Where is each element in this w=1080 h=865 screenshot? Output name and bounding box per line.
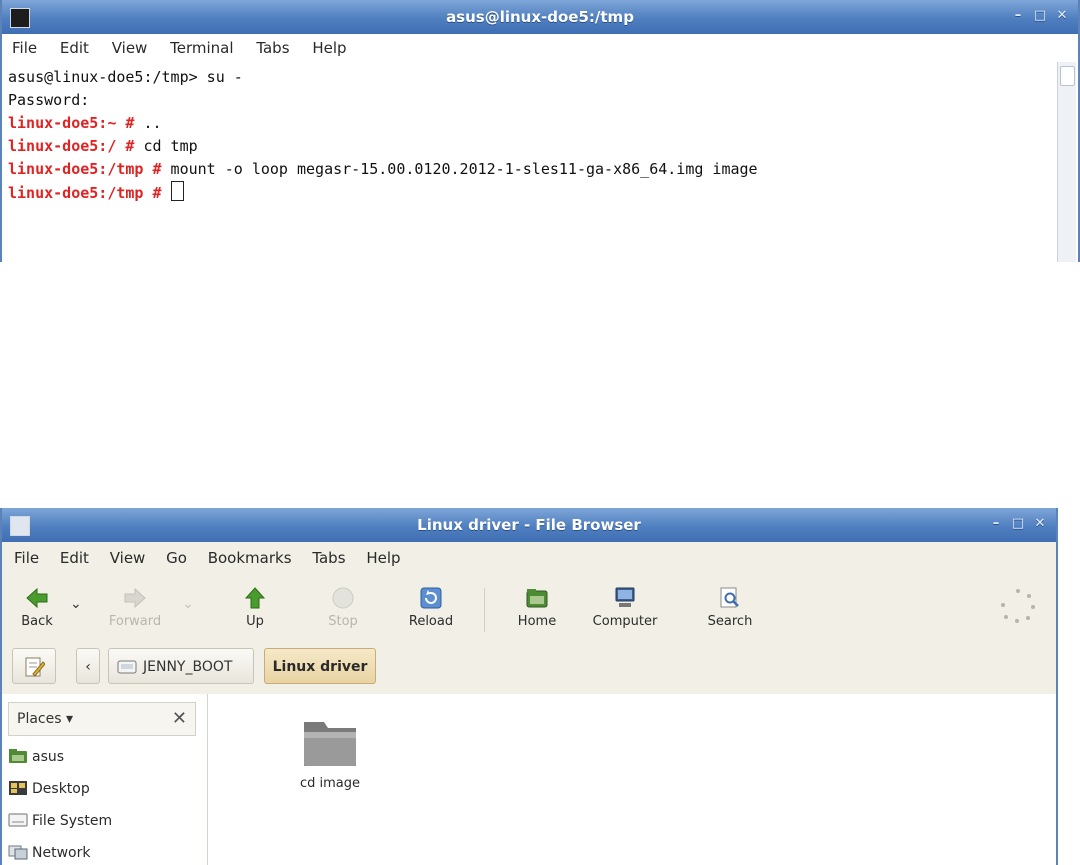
shell-prompt: linux-doe5:~ # <box>8 114 135 132</box>
menu-go[interactable]: Go <box>166 544 187 572</box>
sidebar-item-desktop[interactable]: Desktop <box>8 778 90 800</box>
maximize-icon[interactable]: □ <box>1032 8 1048 24</box>
menu-tabs[interactable]: Tabs <box>312 544 345 572</box>
maximize-icon[interactable]: □ <box>1010 516 1026 532</box>
menu-view[interactable]: View <box>112 34 148 62</box>
terminal-scrollbar[interactable] <box>1057 62 1076 262</box>
folder-window-icon <box>10 516 30 536</box>
breadcrumb-linux-driver[interactable]: Linux driver <box>264 648 376 684</box>
menu-view[interactable]: View <box>110 544 146 572</box>
sidebar-item-file-system[interactable]: File System <box>8 810 112 832</box>
breadcrumb-jenny-boot[interactable]: JENNY_BOOT <box>108 648 254 684</box>
home-folder-icon <box>9 749 27 763</box>
forward-arrow-icon <box>124 587 146 609</box>
places-sidebar: Places ▾ ✕ asus Desktop File System Netw… <box>2 694 208 865</box>
terminal-title: asus@linux-doe5:/tmp <box>446 8 634 26</box>
terminal-titlebar[interactable]: asus@linux-doe5:/tmp – □ ✕ <box>2 0 1078 34</box>
drive-icon <box>117 660 137 674</box>
close-sidebar-icon[interactable]: ✕ <box>172 703 187 735</box>
sidebar-header: Places ▾ ✕ <box>8 702 196 736</box>
text-cursor <box>170 181 184 201</box>
computer-button[interactable]: Computer <box>590 586 660 629</box>
up-button[interactable]: Up <box>220 586 290 629</box>
edit-location-icon <box>25 657 46 677</box>
file-browser-window: Linux driver - File Browser – □ ✕ File E… <box>0 508 1058 865</box>
forward-history-chevron-icon[interactable]: ⌄ <box>182 596 194 612</box>
terminal-window: asus@linux-doe5:/tmp – □ ✕ File Edit Vie… <box>0 0 1080 262</box>
home-folder-icon <box>526 589 548 608</box>
terminal-icon <box>10 8 30 28</box>
browser-menubar: File Edit View Go Bookmarks Tabs Help <box>14 544 1056 572</box>
shell-prompt: linux-doe5:/tmp # <box>8 184 162 202</box>
back-arrow-icon <box>26 587 48 609</box>
back-button[interactable]: Back <box>2 586 72 629</box>
search-icon <box>720 587 739 608</box>
menu-edit[interactable]: Edit <box>60 34 89 62</box>
computer-icon <box>615 587 635 607</box>
hard-drive-icon <box>8 813 28 827</box>
folder-item-cd-image[interactable]: cd image <box>280 712 380 791</box>
menu-help[interactable]: Help <box>366 544 400 572</box>
terminal-line: linux-doe5:/tmp # <box>8 181 1054 205</box>
back-history-chevron-icon[interactable]: ⌄ <box>70 596 82 612</box>
terminal-line: asus@linux-doe5:/tmp> su - <box>8 68 243 86</box>
folder-icon <box>304 722 356 766</box>
menu-help[interactable]: Help <box>312 34 346 62</box>
file-view[interactable]: cd image <box>208 694 1056 865</box>
path-bar: ‹ JENNY_BOOT Linux driver <box>12 648 1046 688</box>
close-icon[interactable]: ✕ <box>1032 516 1048 532</box>
terminal-menubar: File Edit View Terminal Tabs Help <box>12 34 1078 62</box>
reload-button[interactable]: Reload <box>396 586 466 629</box>
toolbar-separator <box>484 588 485 632</box>
path-scroll-left-button[interactable]: ‹ <box>76 648 100 684</box>
home-button[interactable]: Home <box>502 586 572 629</box>
terminal-line: linux-doe5:/ # cd tmp <box>8 137 198 155</box>
sidebar-item-network[interactable]: Network <box>8 842 90 864</box>
places-dropdown[interactable]: Places ▾ <box>17 703 73 735</box>
up-arrow-icon <box>244 587 266 609</box>
browser-title: Linux driver - File Browser <box>417 516 641 534</box>
shell-prompt: linux-doe5:/tmp # <box>8 160 162 178</box>
terminal-line: linux-doe5:/tmp # mount -o loop megasr-1… <box>8 160 758 178</box>
close-icon[interactable]: ✕ <box>1054 8 1070 24</box>
menu-file[interactable]: File <box>14 544 39 572</box>
scrollbar-thumb[interactable] <box>1060 66 1075 86</box>
file-label: cd image <box>299 776 361 791</box>
forward-button[interactable]: Forward <box>100 586 170 629</box>
browser-titlebar[interactable]: Linux driver - File Browser – □ ✕ <box>2 508 1056 542</box>
throbber-icon <box>1001 589 1035 623</box>
menu-edit[interactable]: Edit <box>60 544 89 572</box>
sidebar-item-asus[interactable]: asus <box>8 746 64 768</box>
terminal-line: linux-doe5:~ # .. <box>8 114 162 132</box>
stop-icon <box>332 587 354 609</box>
terminal-line: Password: <box>8 91 90 109</box>
menu-tabs[interactable]: Tabs <box>256 34 289 62</box>
minimize-icon[interactable]: – <box>988 516 1004 532</box>
menu-file[interactable]: File <box>12 34 37 62</box>
terminal-screen[interactable]: asus@linux-doe5:/tmp> su - Password: linux… <box>8 66 1054 262</box>
browser-toolbar: Back ⌄ Forward ⌄ Up Stop Reload Home Com… <box>2 582 1056 642</box>
menu-bookmarks[interactable]: Bookmarks <box>208 544 292 572</box>
network-icon <box>8 845 28 860</box>
desktop-icon <box>9 781 27 795</box>
shell-prompt: linux-doe5:/ # <box>8 137 135 155</box>
stop-button[interactable]: Stop <box>308 586 378 629</box>
minimize-icon[interactable]: – <box>1010 8 1026 24</box>
search-button[interactable]: Search <box>695 586 765 629</box>
menu-terminal[interactable]: Terminal <box>170 34 233 62</box>
reload-icon <box>420 587 442 609</box>
location-toggle-button[interactable] <box>12 648 56 684</box>
